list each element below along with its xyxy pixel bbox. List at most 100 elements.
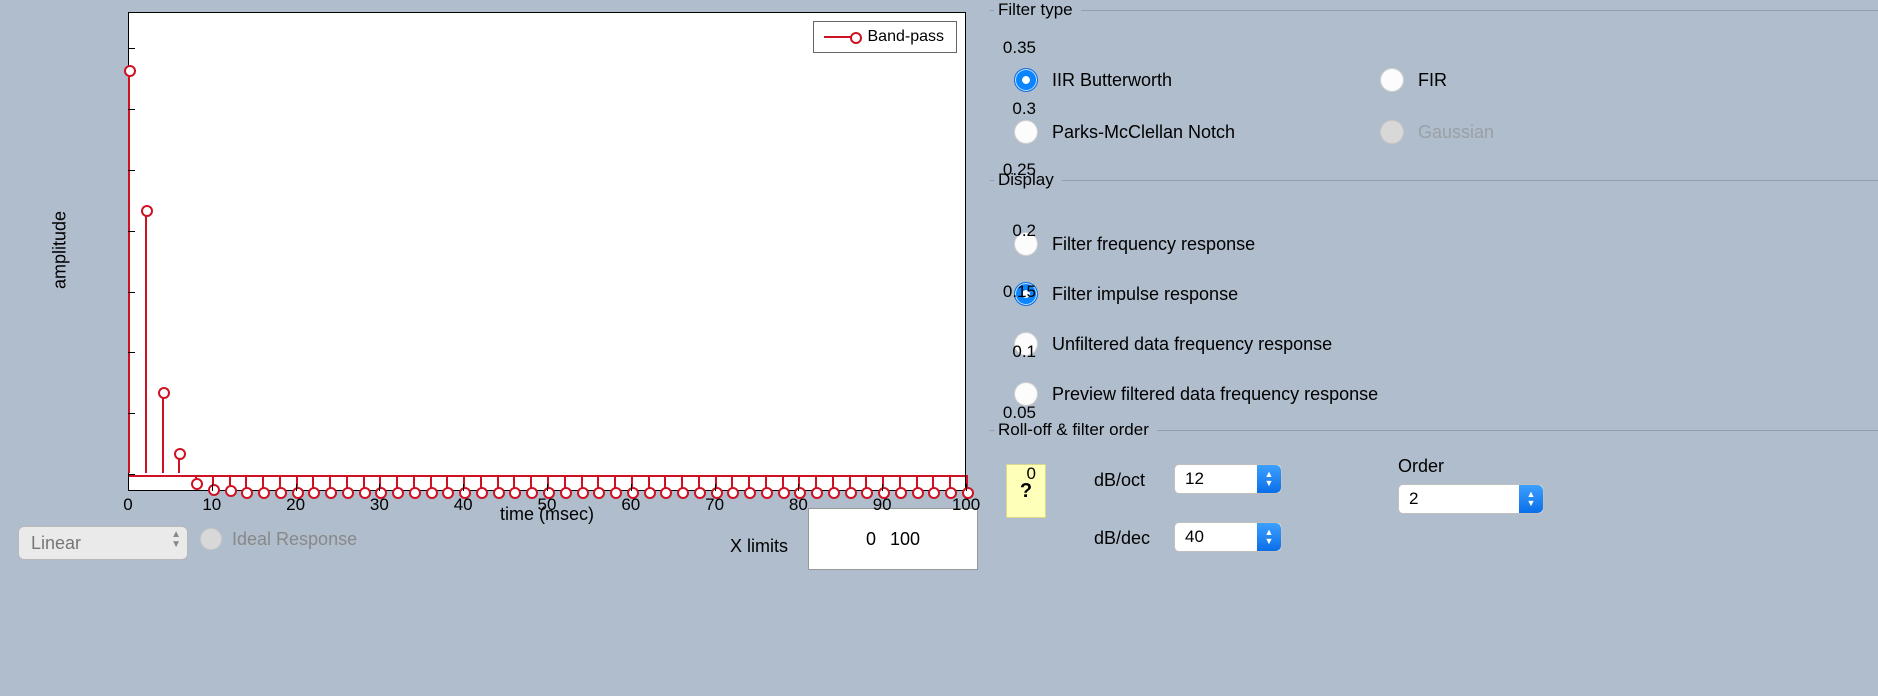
stem-marker	[145, 214, 147, 473]
stem-marker	[312, 475, 314, 490]
xlimits-hi: 100	[890, 529, 920, 550]
stem-marker	[932, 475, 934, 490]
stepper-icon: ▲▼	[1257, 465, 1281, 493]
radio-selected-icon	[1014, 68, 1038, 92]
filter-type-fir[interactable]: FIR	[1380, 68, 1447, 92]
stem-marker	[329, 475, 331, 490]
stem-marker	[664, 475, 666, 490]
radio-icon	[1380, 68, 1404, 92]
stem-marker	[681, 475, 683, 490]
x-tick-label: 0	[123, 495, 132, 515]
stem-marker	[564, 475, 566, 490]
stem-marker	[899, 475, 901, 490]
x-tick-label: 90	[873, 495, 892, 515]
stem-marker	[614, 475, 616, 490]
y-tick-label: 0.2	[966, 221, 1036, 241]
order-value: 2	[1409, 489, 1418, 509]
stem-marker	[229, 475, 231, 488]
db-dec-select[interactable]: 40 ▲▼	[1174, 522, 1282, 552]
stem-marker	[782, 475, 784, 490]
y-tick-label: 0.05	[966, 403, 1036, 423]
filter-type-pm-label: Parks-McClellan Notch	[1052, 122, 1235, 143]
stem-marker	[446, 475, 448, 490]
stem-marker	[581, 475, 583, 490]
xlimits-lo: 0	[866, 529, 876, 550]
stem-marker	[480, 475, 482, 490]
x-tick-label: 10	[202, 495, 221, 515]
db-oct-value: 12	[1185, 469, 1204, 489]
stem-marker	[262, 475, 264, 490]
radio-icon	[1014, 120, 1038, 144]
filter-type-iir-label: IIR Butterworth	[1052, 70, 1172, 91]
display-impulse-label: Filter impulse response	[1052, 284, 1238, 305]
order-select[interactable]: 2 ▲▼	[1398, 484, 1544, 514]
stem-marker	[865, 475, 867, 490]
db-oct-label: dB/oct	[1094, 470, 1145, 491]
y-tick-label: 0.1	[966, 342, 1036, 362]
stem-marker	[513, 475, 515, 490]
filter-type-legend: Filter type	[994, 0, 1081, 20]
display-preview[interactable]: Preview filtered data frequency response	[1014, 382, 1378, 406]
display-unfiltered[interactable]: Unfiltered data frequency response	[1014, 332, 1332, 356]
y-tick-label: 0.25	[966, 160, 1036, 180]
stem-marker	[949, 475, 951, 490]
stem-marker	[731, 475, 733, 490]
stem-marker	[916, 475, 918, 490]
x-tick-label: 20	[286, 495, 305, 515]
y-tick-label: 0.3	[966, 99, 1036, 119]
y-axis-label: amplitude	[50, 211, 71, 289]
scale-select[interactable]: Linear ▲▼	[18, 526, 188, 560]
radio-disabled-icon	[1380, 120, 1404, 144]
y-tick-label: 0	[966, 464, 1036, 484]
db-dec-value: 40	[1185, 527, 1204, 547]
stem-marker	[832, 475, 834, 490]
stem-marker	[430, 475, 432, 490]
filter-type-iir[interactable]: IIR Butterworth	[1014, 68, 1172, 92]
filter-type-gaussian: Gaussian	[1380, 120, 1494, 144]
stem-marker	[815, 475, 817, 490]
stem-marker	[279, 475, 281, 490]
db-oct-select[interactable]: 12 ▲▼	[1174, 464, 1282, 494]
x-tick-label: 40	[454, 495, 473, 515]
x-tick-label: 60	[621, 495, 640, 515]
stem-marker	[748, 475, 750, 490]
y-tick-label: 0.35	[966, 38, 1036, 58]
stem-marker	[396, 475, 398, 490]
stem-marker	[178, 457, 180, 473]
filter-type-pm[interactable]: Parks-McClellan Notch	[1014, 120, 1235, 144]
x-tick-label: 80	[789, 495, 808, 515]
x-tick-label: 100	[952, 495, 980, 515]
display-impulse[interactable]: Filter impulse response	[1014, 282, 1238, 306]
ideal-response-label: Ideal Response	[232, 529, 357, 550]
stepper-icon: ▲▼	[171, 530, 181, 550]
stepper-icon: ▲▼	[1257, 523, 1281, 551]
ideal-response-radio	[200, 528, 222, 550]
stem-marker	[849, 475, 851, 490]
display-unfiltered-label: Unfiltered data frequency response	[1052, 334, 1332, 355]
stem-marker	[648, 475, 650, 490]
y-tick-label: 0.15	[966, 282, 1036, 302]
stem-marker	[530, 475, 532, 490]
stem-marker	[195, 475, 197, 481]
filter-type-group: Filter type IIR Butterworth FIR Parks-Mc…	[990, 0, 1878, 160]
stem-marker	[346, 475, 348, 490]
chart-plot-area: Band-pass	[128, 12, 966, 491]
x-tick-label: 50	[538, 495, 557, 515]
display-group: Display Filter frequency response Filter…	[990, 170, 1878, 416]
legend-label: Band-pass	[868, 28, 945, 46]
stem-marker	[162, 396, 164, 473]
display-preview-label: Preview filtered data frequency response	[1052, 384, 1378, 405]
stem-marker	[245, 475, 247, 490]
stem-marker	[413, 475, 415, 490]
order-label: Order	[1398, 456, 1444, 477]
display-freq[interactable]: Filter frequency response	[1014, 232, 1255, 256]
stem-marker	[698, 475, 700, 490]
filter-type-fir-label: FIR	[1418, 70, 1447, 91]
db-dec-label: dB/dec	[1094, 528, 1150, 549]
stepper-icon: ▲▼	[1519, 485, 1543, 513]
filter-type-gaussian-label: Gaussian	[1418, 122, 1494, 143]
xlimits-input[interactable]: 0 100	[808, 508, 978, 570]
scale-select-value: Linear	[31, 533, 81, 554]
x-tick-label: 30	[370, 495, 389, 515]
xlimits-label: X limits	[730, 536, 788, 557]
